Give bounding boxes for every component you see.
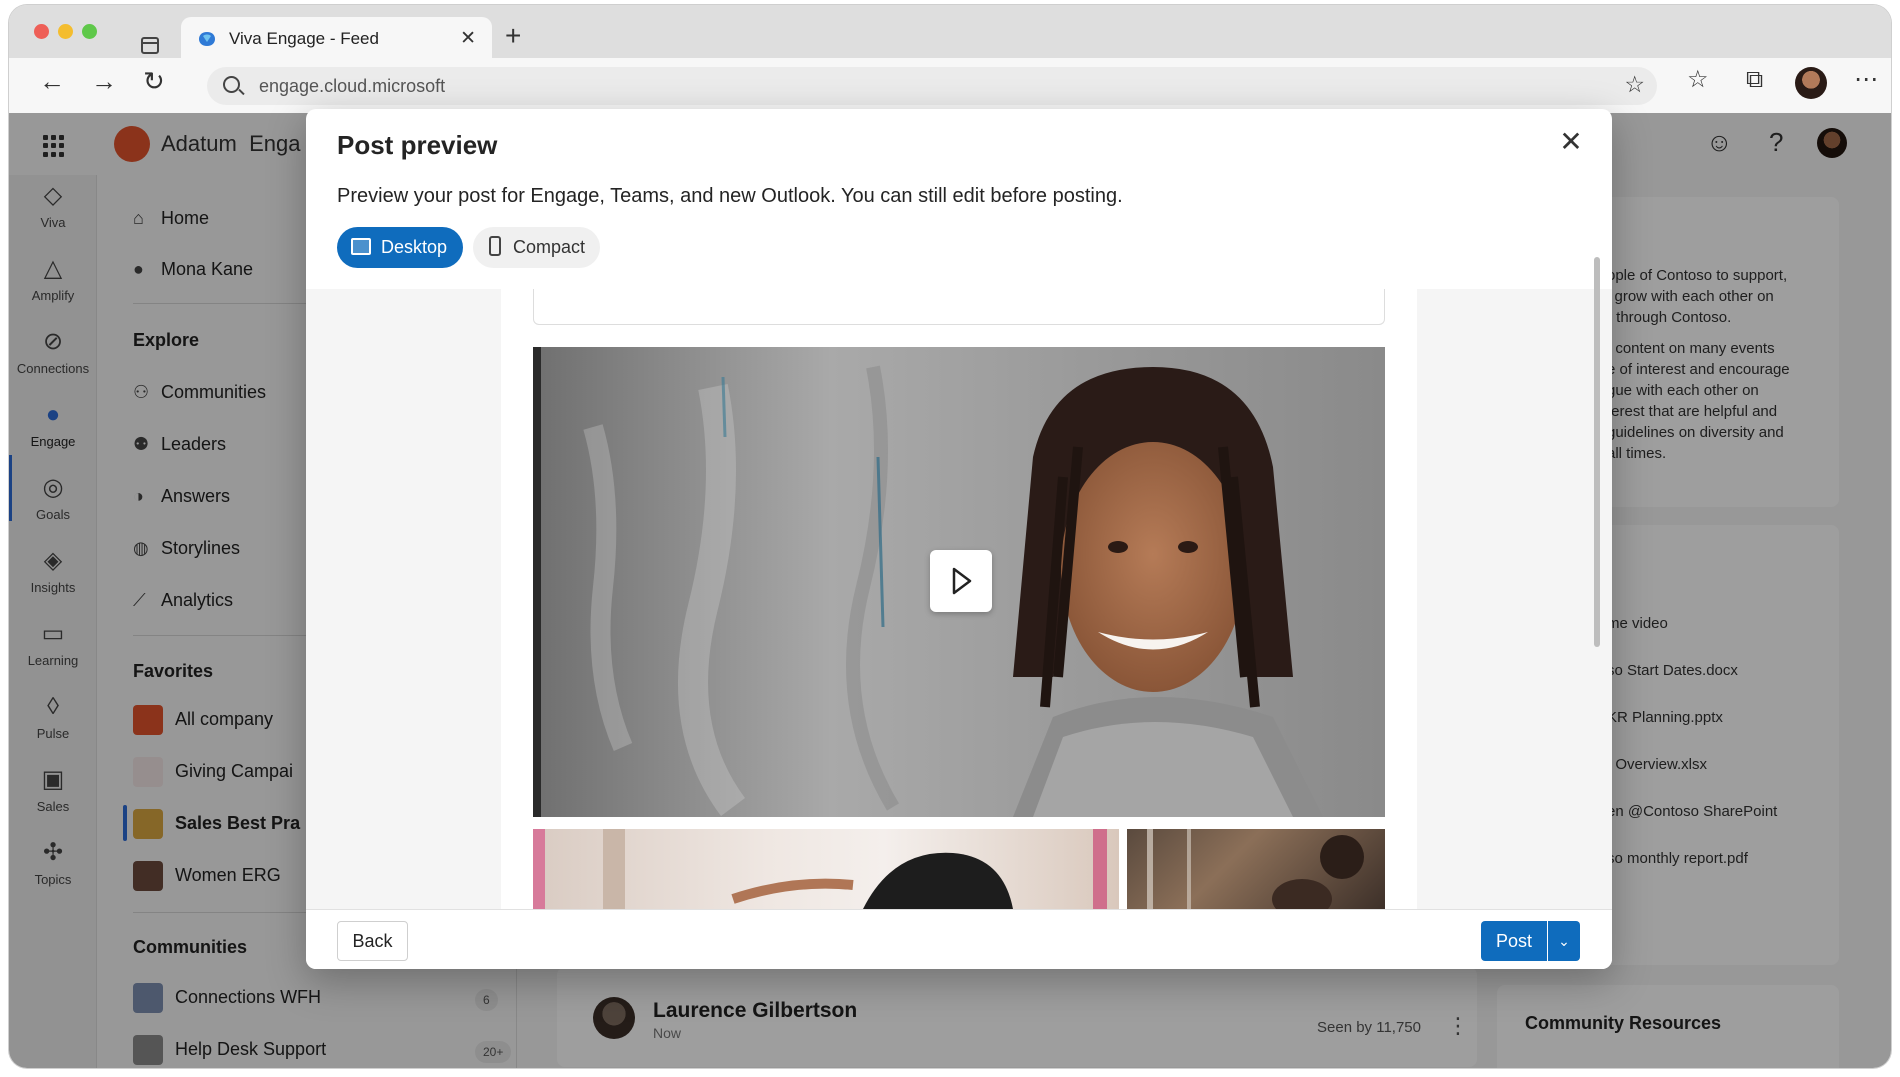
browser-tab-bar: Viva Engage - Feed ✕ +: [9, 5, 1891, 58]
thumbnail-image: [533, 829, 1107, 909]
window-minimize-button[interactable]: [58, 24, 73, 39]
preview-video[interactable]: [533, 347, 1385, 817]
tab-desktop[interactable]: Desktop: [337, 227, 463, 268]
preview-area: [306, 289, 1612, 909]
play-icon: [952, 567, 972, 595]
favorites-icon[interactable]: ☆: [1687, 68, 1709, 92]
dialog-description: Preview your post for Engage, Teams, and…: [337, 185, 1123, 207]
post-preview-dialog: Post preview ✕ Preview your post for Eng…: [306, 109, 1612, 969]
url-input[interactable]: engage.cloud.microsoft ☆: [207, 67, 1657, 105]
browser-address-bar: ← → ↻ engage.cloud.microsoft ☆ ☆ ⧉ ⋯: [9, 58, 1891, 113]
post-button[interactable]: Post: [1481, 921, 1547, 961]
dialog-title: Post preview: [337, 130, 498, 160]
add-favorite-icon[interactable]: ☆: [1624, 71, 1645, 98]
collections-icon[interactable]: ⧉: [1746, 68, 1763, 92]
window-zoom-button[interactable]: [82, 24, 97, 39]
dialog-footer: Back Post ⌄: [306, 909, 1612, 969]
thumbnail-image: [1147, 829, 1364, 909]
preview-image-thumbnail[interactable]: [533, 829, 1119, 909]
dialog-scrollbar[interactable]: [1594, 257, 1600, 647]
browser-tab-active[interactable]: Viva Engage - Feed ✕: [181, 17, 492, 58]
play-video-button[interactable]: [930, 550, 992, 612]
refresh-icon[interactable]: ↻: [143, 68, 165, 94]
forward-arrow-icon[interactable]: →: [91, 68, 117, 94]
preview-image-thumbnail[interactable]: [1127, 829, 1385, 909]
new-tab-button[interactable]: +: [505, 22, 521, 50]
desktop-icon: [351, 237, 371, 255]
viva-engage-favicon-icon: [199, 32, 215, 46]
phone-icon: [489, 236, 501, 257]
window-close-button[interactable]: [34, 24, 49, 39]
more-options-icon[interactable]: ⋯: [1854, 68, 1878, 92]
close-icon[interactable]: ✕: [1556, 127, 1586, 157]
url-text: engage.cloud.microsoft: [259, 76, 446, 96]
chevron-down-icon: ⌄: [1558, 933, 1570, 949]
back-button[interactable]: Back: [337, 921, 408, 961]
browser-profile-avatar[interactable]: [1795, 67, 1827, 99]
preview-post-card: [501, 289, 1417, 909]
browser-tab-title: Viva Engage - Feed: [229, 29, 379, 48]
tab-actions-icon[interactable]: [141, 37, 159, 54]
tab-close-icon[interactable]: ✕: [460, 27, 476, 50]
post-options-button[interactable]: ⌄: [1548, 921, 1580, 961]
back-arrow-icon[interactable]: ←: [39, 68, 65, 94]
preview-text-box: [533, 289, 1385, 325]
tab-compact[interactable]: Compact: [473, 227, 600, 268]
browser-window: Viva Engage - Feed ✕ + ← → ↻ engage.clou…: [9, 5, 1891, 1068]
search-icon: [223, 76, 240, 93]
